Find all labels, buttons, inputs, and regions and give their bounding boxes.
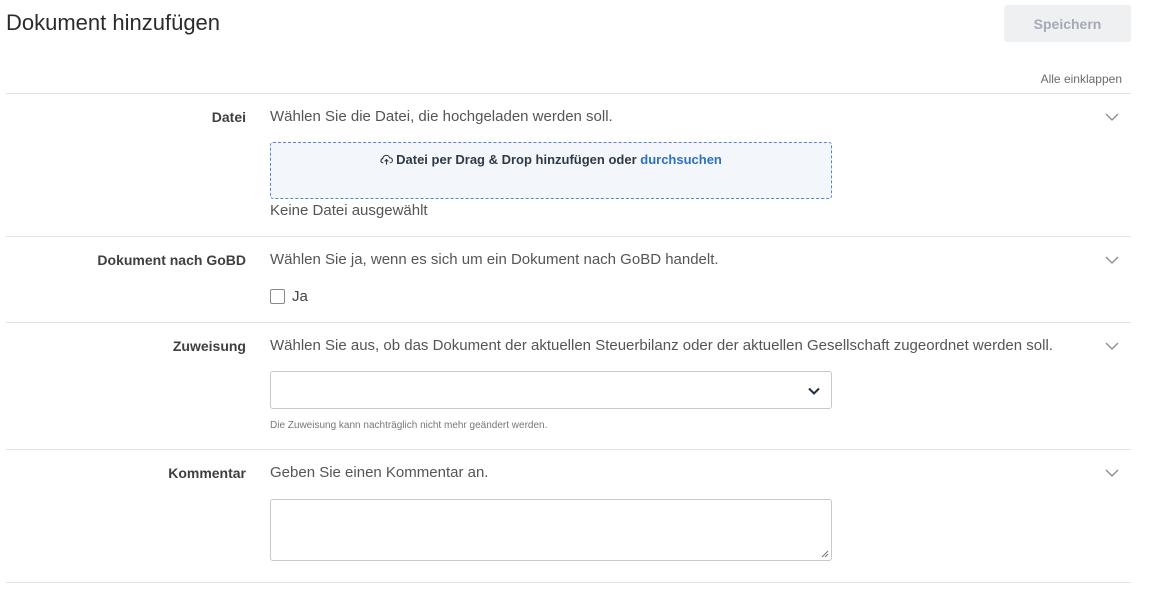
chevron-down-icon[interactable]: [1105, 253, 1119, 267]
gobd-checkbox[interactable]: [270, 289, 285, 304]
save-button[interactable]: Speichern: [1004, 5, 1131, 42]
chevron-down-icon[interactable]: [1105, 110, 1119, 124]
section-comment: Kommentar Geben Sie einen Kommentar an.: [6, 449, 1131, 583]
section-description: Wählen Sie ja, wenn es sich um ein Dokum…: [270, 251, 719, 268]
section-label: Dokument nach GoBD: [97, 252, 246, 268]
browse-link[interactable]: durchsuchen: [640, 152, 722, 167]
section-file: Datei Wählen Sie die Datei, die hochgela…: [6, 93, 1131, 237]
gobd-checkbox-label[interactable]: Ja: [292, 288, 308, 305]
section-description: Wählen Sie aus, ob das Dokument der aktu…: [270, 337, 1053, 354]
chevron-down-icon[interactable]: [1105, 466, 1119, 480]
dropzone-text: Datei per Drag & Drop hinzufügen oder: [396, 152, 641, 167]
no-file-text: Keine Datei ausgewählt: [270, 202, 428, 219]
collapse-all-link[interactable]: Alle einklappen: [1041, 72, 1122, 86]
section-description: Geben Sie einen Kommentar an.: [270, 464, 489, 481]
section-assignment: Zuweisung Wählen Sie aus, ob das Dokumen…: [6, 322, 1131, 450]
resize-handle-icon[interactable]: [820, 549, 829, 558]
file-dropzone[interactable]: Datei per Drag & Drop hinzufügen oder du…: [270, 142, 832, 199]
section-label: Kommentar: [168, 465, 246, 481]
section-label: Datei: [211, 109, 246, 125]
section-description: Wählen Sie die Datei, die hochgeladen we…: [270, 108, 613, 125]
page-title: Dokument hinzufügen: [6, 10, 221, 35]
assignment-select[interactable]: [270, 371, 832, 409]
comment-textarea[interactable]: [270, 499, 832, 561]
chevron-down-icon[interactable]: [1105, 339, 1119, 353]
assignment-hint: Die Zuweisung kann nachträglich nicht me…: [270, 420, 548, 431]
chevron-down-icon: [808, 387, 820, 395]
section-gobd: Dokument nach GoBD Wählen Sie ja, wenn e…: [6, 236, 1131, 323]
section-label: Zuweisung: [172, 338, 246, 354]
upload-cloud-icon: [380, 154, 394, 165]
